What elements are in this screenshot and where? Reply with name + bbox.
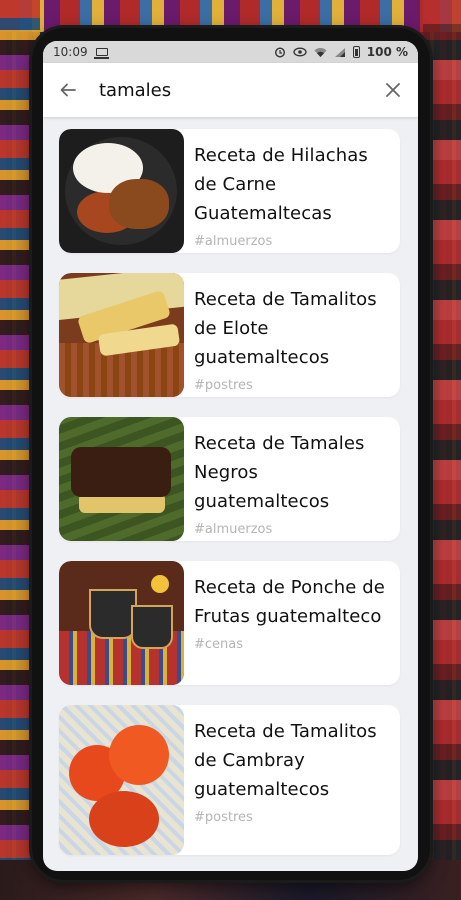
- recipe-title: Receta de Hilachas de Carne Guatemalteca…: [194, 145, 368, 224]
- recipe-title: Receta de Tamales Negros guatemaltecos: [194, 433, 365, 512]
- recipe-info: Receta de Tamalitos de Cambray guatemalt…: [184, 705, 400, 825]
- status-bar: 10:09 100 %: [43, 41, 418, 63]
- back-button[interactable]: [43, 63, 93, 117]
- recipe-title: Receta de Tamalitos de Cambray guatemalt…: [194, 721, 377, 800]
- results-list: Receta de Hilachas de Carne Guatemalteca…: [43, 117, 418, 855]
- recipe-card[interactable]: Receta de Ponche de Frutas guatemalteco …: [59, 561, 400, 685]
- search-bar: [43, 63, 418, 117]
- phone-frame: 10:09 100 % tamales Receta de Hilachas d…: [32, 28, 430, 880]
- alarm-icon: [274, 47, 285, 58]
- recipe-tag[interactable]: #almuerzos: [194, 234, 392, 249]
- battery-percent: 100 %: [366, 45, 408, 59]
- recipe-thumbnail: [59, 129, 184, 253]
- recipe-info: Receta de Ponche de Frutas guatemalteco …: [184, 561, 400, 652]
- battery-icon: [352, 46, 360, 58]
- recipe-tag[interactable]: #postres: [194, 378, 392, 393]
- recipe-info: Receta de Hilachas de Carne Guatemalteca…: [184, 129, 400, 249]
- status-time: 10:09: [53, 45, 88, 59]
- clear-search-button[interactable]: [368, 63, 418, 117]
- recipe-thumbnail: [59, 273, 184, 397]
- recipe-tag[interactable]: #cenas: [194, 637, 392, 652]
- recipe-tag[interactable]: #postres: [194, 810, 392, 825]
- recipe-card[interactable]: Receta de Tamalitos de Cambray guatemalt…: [59, 705, 400, 855]
- recipe-info: Receta de Tamalitos de Elote guatemaltec…: [184, 273, 400, 393]
- search-input[interactable]: [93, 79, 368, 101]
- recipe-info: Receta de Tamales Negros guatemaltecos #…: [184, 417, 400, 537]
- recipe-card[interactable]: Receta de Tamales Negros guatemaltecos #…: [59, 417, 400, 541]
- recipe-thumbnail: [59, 561, 184, 685]
- recipe-card[interactable]: Receta de Hilachas de Carne Guatemalteca…: [59, 129, 400, 253]
- recipe-thumbnail: [59, 417, 184, 541]
- status-icons: 100 %: [274, 45, 408, 59]
- eye-icon: [293, 47, 307, 57]
- arrow-left-icon: [60, 83, 76, 97]
- app-screen: 10:09 100 % tamales Receta de Hilachas d…: [43, 41, 418, 871]
- recipe-card[interactable]: Receta de Tamalitos de Elote guatemaltec…: [59, 273, 400, 397]
- recipe-thumbnail: [59, 705, 184, 855]
- recipe-tag[interactable]: #almuerzos: [194, 522, 392, 537]
- signal-icon: [334, 47, 345, 57]
- recipe-title: Receta de Ponche de Frutas guatemalteco: [194, 577, 385, 627]
- recipe-title: Receta de Tamalitos de Elote guatemaltec…: [194, 289, 377, 368]
- laptop-icon: [93, 48, 109, 59]
- wifi-icon: [314, 47, 327, 57]
- close-icon: [386, 83, 400, 97]
